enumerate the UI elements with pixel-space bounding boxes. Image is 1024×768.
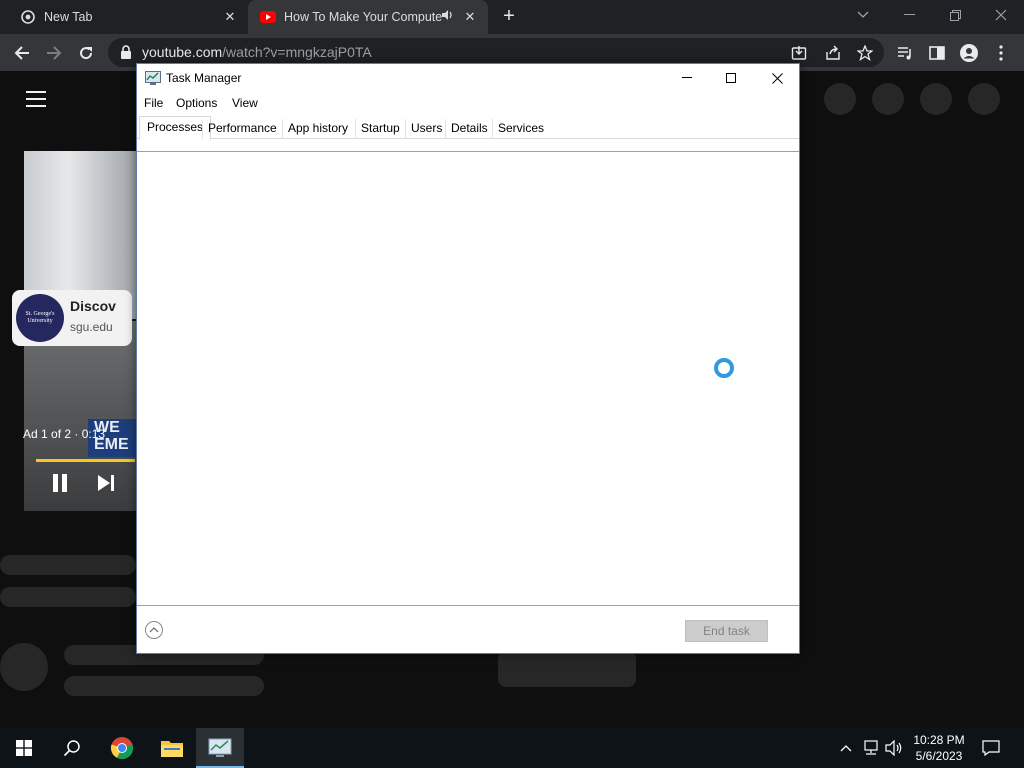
close-button[interactable] bbox=[754, 64, 800, 92]
search-icon[interactable] bbox=[48, 728, 96, 768]
list-header-divider bbox=[137, 151, 799, 152]
window-title: Task Manager bbox=[166, 71, 242, 85]
url-text[interactable]: youtube.com/watch?v=mngkzajP0TA bbox=[142, 44, 372, 60]
ad-url[interactable]: sgu.edu bbox=[70, 320, 113, 334]
side-panel-icon[interactable] bbox=[924, 40, 950, 66]
menu-bar: File Options View bbox=[137, 92, 799, 114]
menu-file[interactable]: File bbox=[144, 96, 163, 110]
profile-icon[interactable] bbox=[956, 40, 982, 66]
tab-startup[interactable]: Startup bbox=[355, 119, 405, 139]
pause-icon[interactable] bbox=[48, 471, 72, 495]
youtube-icon bbox=[260, 9, 276, 25]
task-manager-titlebar[interactable]: Task Manager bbox=[137, 64, 799, 92]
loading-placeholder bbox=[0, 555, 136, 575]
notifications-icon[interactable] bbox=[981, 738, 1001, 758]
share-icon[interactable] bbox=[822, 42, 844, 64]
file-explorer-icon[interactable] bbox=[148, 728, 196, 768]
task-manager-icon bbox=[145, 71, 161, 85]
advertiser-logo: St. George's University bbox=[16, 294, 64, 342]
menu-view[interactable]: View bbox=[232, 96, 258, 110]
loading-placeholder bbox=[824, 83, 856, 115]
ad-card[interactable]: St. George's University Discov sgu.edu bbox=[12, 290, 132, 346]
bookmark-star-icon[interactable] bbox=[854, 42, 876, 64]
browser-tab-strip: New Tab ✕ How To Make Your Compute ✕ + bbox=[0, 0, 1024, 34]
ad-progress-bar[interactable] bbox=[36, 459, 135, 462]
tab-services[interactable]: Services bbox=[492, 119, 549, 139]
close-tab-icon[interactable]: ✕ bbox=[222, 9, 238, 25]
tab-bar: Processes Performance App history Startu… bbox=[137, 116, 799, 140]
task-manager-window: Task Manager File Options View Processes… bbox=[136, 63, 800, 654]
tab-performance[interactable]: Performance bbox=[202, 119, 282, 139]
tab-title: New Tab bbox=[44, 10, 93, 24]
network-icon[interactable] bbox=[861, 738, 881, 758]
tab-users[interactable]: Users bbox=[405, 119, 447, 139]
windows-taskbar: 10:28 PM 5/6/2023 bbox=[0, 728, 1024, 768]
loading-placeholder bbox=[872, 83, 904, 115]
system-clock[interactable]: 10:28 PM 5/6/2023 bbox=[904, 732, 974, 764]
tab-new-tab[interactable]: New Tab ✕ bbox=[8, 0, 248, 34]
chrome-icon bbox=[20, 9, 36, 25]
loading-placeholder bbox=[968, 83, 1000, 115]
minimize-button[interactable] bbox=[664, 64, 710, 92]
loading-placeholder bbox=[498, 651, 636, 687]
clock-date: 5/6/2023 bbox=[915, 749, 963, 763]
loading-placeholder bbox=[0, 643, 48, 691]
fewer-details-icon[interactable] bbox=[145, 621, 163, 639]
audio-playing-icon[interactable] bbox=[440, 8, 454, 24]
tab-details[interactable]: Details bbox=[445, 119, 493, 139]
new-tab-button[interactable]: + bbox=[498, 6, 520, 28]
menu-options[interactable]: Options bbox=[176, 96, 217, 110]
windows-start-icon[interactable] bbox=[0, 728, 48, 768]
task-manager-taskbar-icon[interactable] bbox=[196, 728, 244, 768]
tab-search-icon[interactable] bbox=[840, 0, 886, 30]
restore-window-button[interactable] bbox=[932, 0, 978, 30]
url-path: /watch?v=mngkzajP0TA bbox=[222, 44, 372, 60]
loading-placeholder bbox=[920, 83, 952, 115]
ad-title[interactable]: Discov bbox=[70, 298, 116, 314]
loading-spinner-icon bbox=[714, 358, 734, 378]
tab-processes[interactable]: Processes bbox=[139, 116, 212, 140]
volume-icon[interactable] bbox=[884, 738, 904, 758]
task-manager-footer: End task bbox=[137, 605, 799, 653]
tab-youtube-video[interactable]: How To Make Your Compute ✕ bbox=[248, 0, 488, 34]
back-icon[interactable] bbox=[9, 40, 35, 66]
tab-title: How To Make Your Compute bbox=[284, 10, 442, 24]
lock-icon[interactable] bbox=[120, 45, 134, 61]
hamburger-menu-icon[interactable] bbox=[26, 91, 46, 107]
show-hidden-icons-icon[interactable] bbox=[836, 738, 856, 758]
close-tab-icon[interactable]: ✕ bbox=[462, 9, 478, 25]
forward-icon[interactable] bbox=[41, 40, 67, 66]
loading-placeholder bbox=[64, 676, 264, 696]
media-control-icon[interactable] bbox=[892, 40, 918, 66]
tab-app-history[interactable]: App history bbox=[282, 119, 353, 139]
end-task-button[interactable]: End task bbox=[685, 620, 768, 642]
reload-icon[interactable] bbox=[73, 40, 99, 66]
minimize-window-button[interactable] bbox=[886, 0, 932, 30]
url-host: youtube.com bbox=[142, 44, 223, 60]
chrome-taskbar-icon[interactable] bbox=[98, 728, 146, 768]
install-app-icon[interactable] bbox=[788, 42, 810, 64]
maximize-button[interactable] bbox=[708, 64, 754, 92]
ad-info: Ad 1 of 2 · 0:13 bbox=[23, 427, 106, 441]
loading-placeholder bbox=[0, 587, 136, 607]
next-icon[interactable] bbox=[94, 471, 118, 495]
video-frame bbox=[24, 321, 136, 511]
close-window-button[interactable] bbox=[978, 0, 1024, 30]
chrome-menu-icon[interactable] bbox=[988, 40, 1014, 66]
clock-time: 10:28 PM bbox=[913, 733, 965, 747]
